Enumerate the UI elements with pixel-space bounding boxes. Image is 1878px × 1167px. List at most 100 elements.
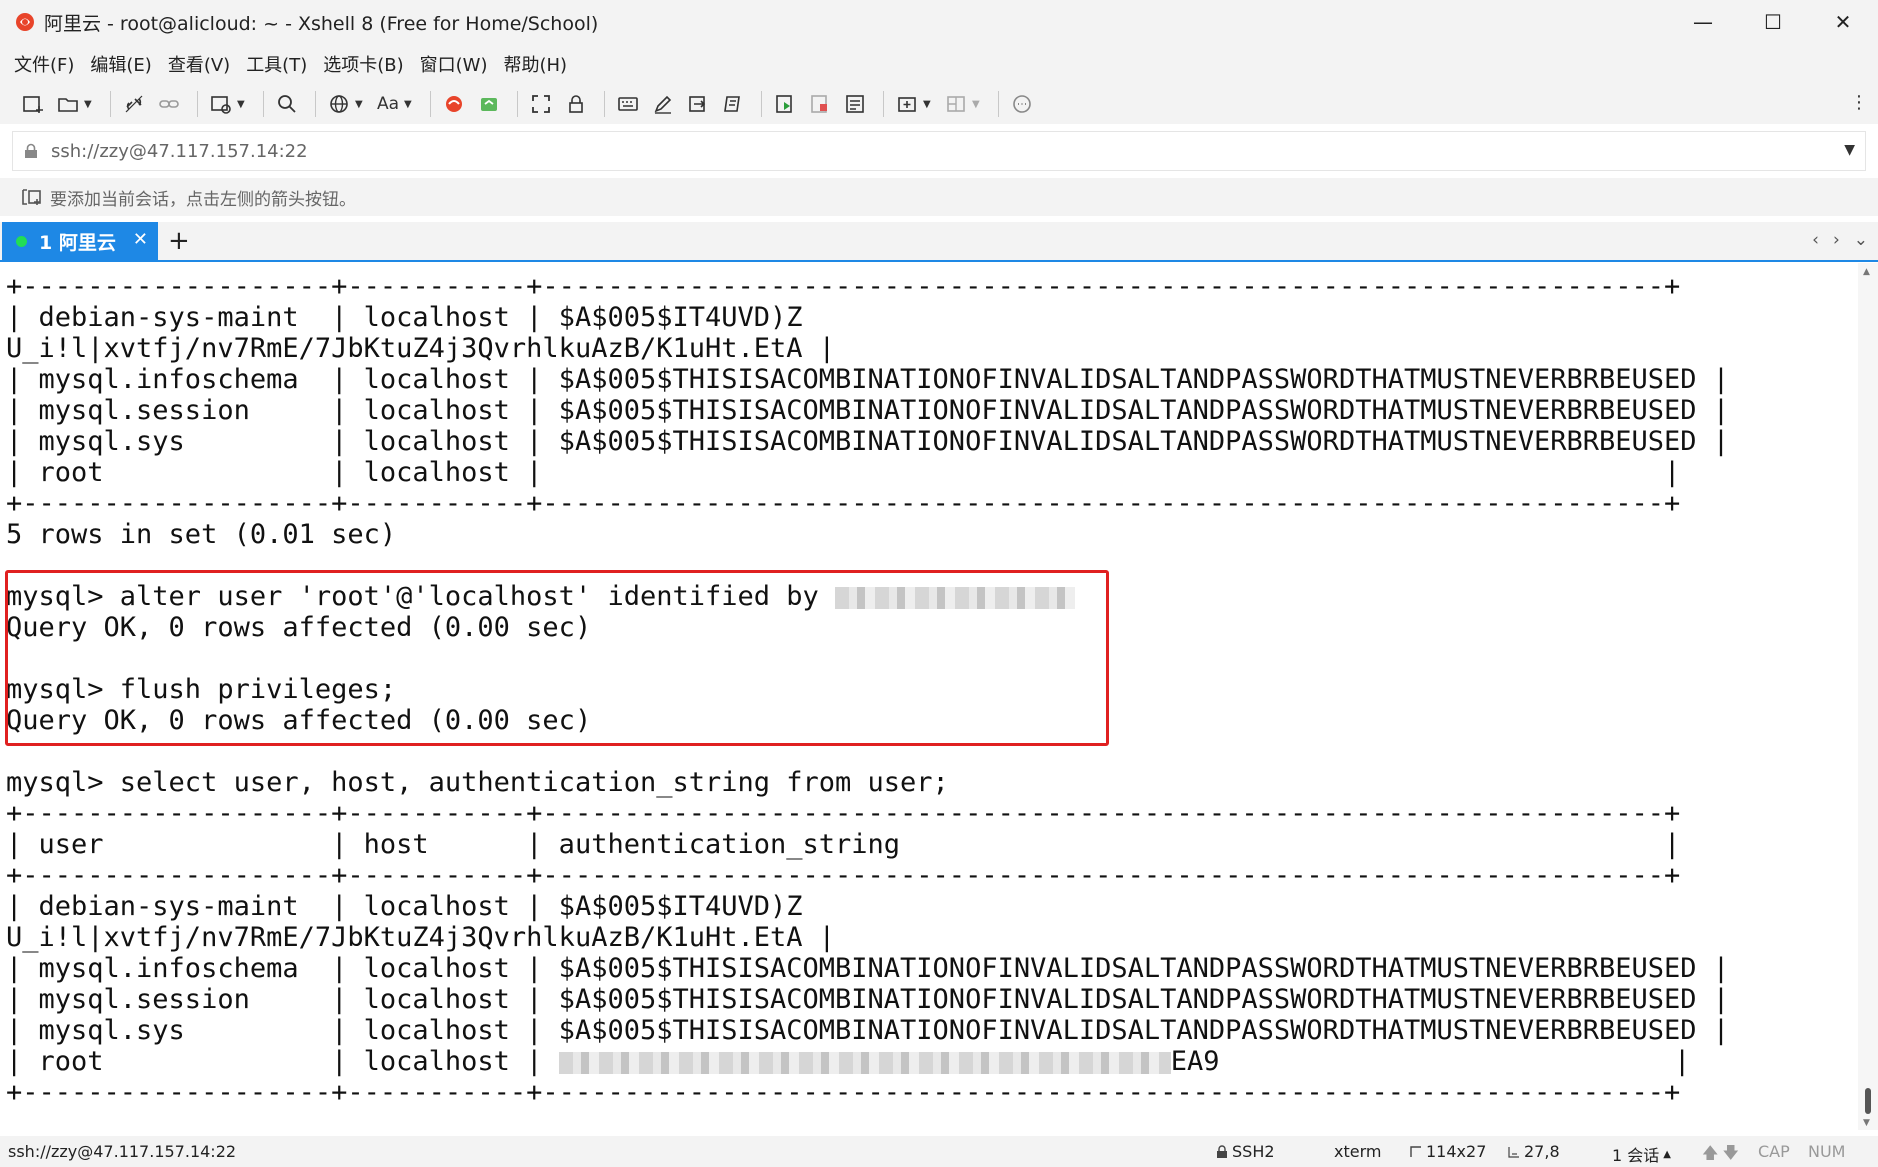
chevron-down-icon[interactable]: ▼ (972, 99, 982, 110)
compose-icon[interactable] (648, 89, 678, 119)
terminal-line: | mysql.infoschema | localhost | $A$005$… (6, 364, 1730, 395)
terminal-line: | debian-sys-maint | localhost | $A$005$… (6, 891, 803, 922)
xshell-logo-icon (12, 9, 38, 35)
script-icon[interactable] (718, 89, 748, 119)
scrollbar-thumb[interactable] (1865, 1088, 1871, 1114)
resize-icon (1410, 1145, 1421, 1157)
terminal-line-end: | (1674, 1046, 1691, 1077)
minimize-button[interactable]: — (1668, 0, 1738, 44)
menu-view[interactable]: 查看(V) (168, 51, 230, 77)
toolbar-divider (110, 91, 111, 117)
toolbar-divider (998, 91, 999, 117)
link-icon[interactable] (154, 89, 184, 119)
chevron-up-icon: ▲ (1663, 1148, 1671, 1160)
terminal-line: U_i!l|xvtfj/nv7RmE/7JbKtuZ4j3QvrhlkuAzB/… (6, 333, 836, 364)
terminal-line: 5 rows in set (0.01 sec) (6, 519, 397, 550)
cursor-position-icon (1508, 1146, 1519, 1158)
status-caps: CAP (1758, 1142, 1790, 1161)
address-bar[interactable]: ssh://zzy@47.117.157.14:22 ▼ (12, 131, 1866, 171)
keyboard-icon[interactable] (613, 89, 643, 119)
hint-text: 要添加当前会话，点击左侧的箭头按钮。 (50, 189, 356, 210)
open-folder-icon[interactable] (53, 89, 83, 119)
terminal-line: | debian-sys-maint | localhost | $A$005$… (6, 302, 803, 333)
tab-next-icon[interactable]: › (1833, 230, 1840, 250)
toolbar-divider (604, 91, 605, 117)
lock-icon (23, 142, 39, 160)
chat-icon[interactable] (1007, 89, 1037, 119)
chevron-down-icon[interactable]: ▼ (404, 99, 414, 110)
terminal-line: | mysql.session | localhost | $A$005$THI… (6, 984, 1730, 1015)
menu-bar: 文件(F) 编辑(E) 查看(V) 工具(T) 选项卡(B) 窗口(W) 帮助(… (0, 44, 1878, 84)
menu-edit[interactable]: 编辑(E) (90, 51, 151, 77)
terminal-line: | user | host | authentication_string | (6, 829, 1681, 860)
terminal-line: | mysql.sys | localhost | $A$005$THISISA… (6, 426, 1730, 457)
lock-icon[interactable] (561, 89, 591, 119)
connected-status-icon (16, 235, 27, 247)
menu-window[interactable]: 窗口(W) (420, 51, 488, 77)
menu-help[interactable]: 帮助(H) (503, 51, 567, 77)
download-arrow-icon: 🡇 (1722, 1143, 1739, 1162)
tab-bar: 1 阿里云 ✕ + ‹ › ⌄ (0, 222, 1878, 262)
chevron-down-icon[interactable]: ▼ (923, 99, 933, 110)
toolbar-divider (883, 91, 884, 117)
terminal-line: +-------------------+-----------+-------… (6, 271, 1681, 302)
chevron-down-icon[interactable]: ▼ (84, 99, 94, 110)
toolbar-divider (315, 91, 316, 117)
status-cursor: 27,8 (1508, 1142, 1560, 1161)
session-hint-bar: 要添加当前会话，点击左侧的箭头按钮。 (0, 178, 1878, 216)
chevron-down-icon[interactable]: ▼ (355, 99, 365, 110)
close-icon: ✕ (1834, 10, 1852, 34)
close-window-button[interactable]: ✕ (1808, 0, 1878, 44)
menu-tabs[interactable]: 选项卡(B) (323, 51, 403, 77)
add-session-icon[interactable] (20, 185, 44, 209)
scroll-down-icon[interactable]: ▼ (1863, 1118, 1870, 1128)
status-sessions[interactable]: 1 会话 ▲ (1612, 1142, 1671, 1166)
new-tab-icon[interactable] (892, 89, 922, 119)
terminal-line: mysql> select user, host, authentication… (6, 767, 949, 798)
log-start-icon[interactable] (770, 89, 800, 119)
search-icon[interactable] (272, 89, 302, 119)
terminal-output[interactable]: +-------------------+-----------+-------… (0, 263, 1858, 1130)
tab-menu-icon[interactable]: ⌄ (1854, 230, 1868, 250)
terminal-line: +-------------------+-----------+-------… (6, 860, 1681, 891)
chevron-down-icon[interactable]: ▼ (1844, 142, 1855, 158)
menu-file[interactable]: 文件(F) (14, 51, 74, 77)
more-options-icon[interactable]: ⋮ (1850, 92, 1868, 113)
xftp-icon[interactable] (474, 89, 504, 119)
terminal-line: | mysql.sys | localhost | $A$005$THISISA… (6, 1015, 1730, 1046)
close-tab-icon[interactable]: ✕ (133, 229, 148, 250)
address-input[interactable]: ssh://zzy@47.117.157.14:22 (51, 141, 308, 162)
status-size: 114x27 (1410, 1142, 1486, 1161)
title-bar: 阿里云 - root@alicloud: ~ - Xshell 8 (Free … (0, 0, 1878, 44)
layout-icon[interactable] (941, 89, 971, 119)
globe-icon[interactable] (324, 89, 354, 119)
highlight-annotation (5, 570, 1109, 746)
toolbar: ▼ ▼ ▼ Aa ▼ ▼ ▼ ⋮ (0, 84, 1878, 124)
session-manager-icon[interactable] (206, 89, 236, 119)
document-icon[interactable] (840, 89, 870, 119)
log-stop-icon[interactable] (805, 89, 835, 119)
tab-prev-icon[interactable]: ‹ (1812, 230, 1819, 250)
tab-aliyun[interactable]: 1 阿里云 ✕ (2, 222, 158, 260)
toolbar-divider (263, 91, 264, 117)
scroll-up-icon[interactable]: ▲ (1863, 267, 1870, 277)
chevron-down-icon[interactable]: ▼ (237, 99, 247, 110)
font-icon[interactable]: Aa (373, 89, 403, 119)
xshell-icon[interactable] (439, 89, 469, 119)
maximize-icon: ☐ (1764, 10, 1782, 34)
maximize-button[interactable]: ☐ (1738, 0, 1808, 44)
transfer-icon[interactable] (683, 89, 713, 119)
status-bar: ssh://zzy@47.117.157.14:22 SSH2 xterm 11… (0, 1136, 1878, 1167)
status-num: NUM (1808, 1142, 1846, 1161)
toolbar-divider (430, 91, 431, 117)
add-tab-button[interactable]: + (168, 226, 190, 256)
terminal-line: U_i!l|xvtfj/nv7RmE/7JbKtuZ4j3QvrhlkuAzB/… (6, 922, 836, 953)
terminal-line: +-------------------+-----------+-------… (6, 798, 1681, 829)
terminal-line: +-------------------+-----------+-------… (6, 488, 1681, 519)
redacted-hash (558, 1051, 1171, 1074)
fullscreen-icon[interactable] (526, 89, 556, 119)
vertical-scrollbar[interactable]: ▲ ▼ (1858, 263, 1878, 1130)
menu-tools[interactable]: 工具(T) (246, 51, 307, 77)
new-session-icon[interactable] (18, 89, 48, 119)
reconnect-icon[interactable] (119, 89, 149, 119)
